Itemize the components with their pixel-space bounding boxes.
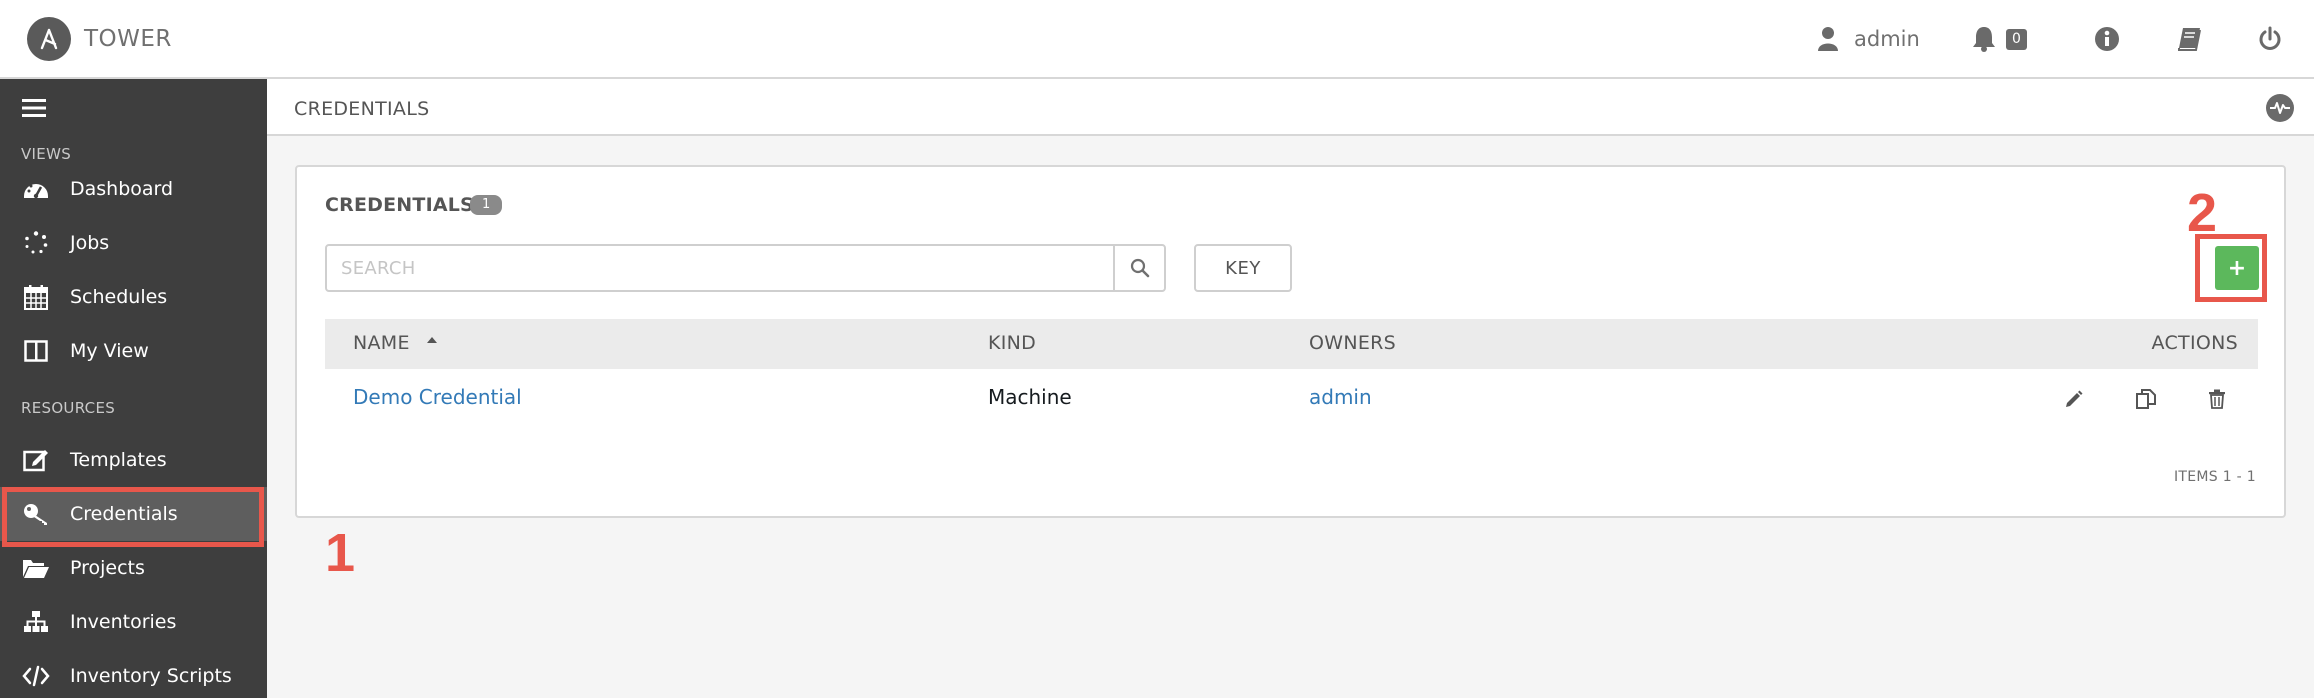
info-icon bbox=[2095, 27, 2119, 51]
search-input[interactable] bbox=[327, 246, 1115, 290]
add-credential-button[interactable]: + bbox=[2215, 246, 2259, 290]
columns-icon bbox=[21, 340, 51, 362]
panel-title: CREDENTIALS bbox=[325, 194, 474, 216]
notification-count-badge: 0 bbox=[2006, 28, 2027, 50]
credential-owner-link[interactable]: admin bbox=[1309, 385, 1372, 409]
documentation-button[interactable] bbox=[2176, 20, 2202, 58]
table-row: Demo Credential Machine admin bbox=[325, 369, 2258, 427]
power-icon bbox=[2259, 26, 2281, 50]
breadcrumb[interactable]: CREDENTIALS bbox=[294, 98, 429, 120]
column-header-label: NAME bbox=[353, 332, 410, 354]
credential-name-link[interactable]: Demo Credential bbox=[353, 385, 522, 409]
sidebar-item-label: My View bbox=[70, 340, 149, 362]
sidebar-item-dashboard[interactable]: Dashboard bbox=[0, 162, 267, 216]
spinner-icon bbox=[21, 231, 51, 255]
sidebar-item-templates[interactable]: Templates bbox=[0, 433, 267, 487]
sidebar-item-label: Inventory Scripts bbox=[70, 665, 232, 687]
sidebar-item-label: Jobs bbox=[70, 232, 110, 254]
sort-asc-icon bbox=[427, 337, 438, 343]
user-name: admin bbox=[1854, 27, 1920, 51]
folder-icon bbox=[21, 557, 51, 579]
sidebar-item-label: Projects bbox=[70, 557, 145, 579]
sidebar-item-schedules[interactable]: Schedules bbox=[0, 270, 267, 324]
brand-name: TOWER bbox=[84, 26, 172, 52]
sidebar-item-projects[interactable]: Projects bbox=[0, 541, 267, 595]
sidebar-item-credentials[interactable]: Credentials bbox=[0, 487, 267, 541]
sidebar-item-label: Credentials bbox=[70, 503, 178, 525]
breadcrumb-bar: CREDENTIALS bbox=[267, 79, 2314, 136]
sidebar-item-label: Dashboard bbox=[70, 178, 174, 200]
search-button[interactable] bbox=[1113, 246, 1164, 290]
about-button[interactable] bbox=[2094, 20, 2120, 58]
column-header-kind[interactable]: KIND bbox=[988, 332, 1036, 354]
sidebar-section-views: VIEWS bbox=[21, 145, 72, 163]
sidebar-item-my-view[interactable]: My View bbox=[0, 324, 267, 378]
key-button[interactable]: KEY bbox=[1194, 244, 1292, 292]
sidebar-item-label: Templates bbox=[70, 449, 167, 471]
credential-kind: Machine bbox=[988, 385, 1072, 409]
sidebar: VIEWS Dashboard Jobs Schedules My View R… bbox=[0, 79, 267, 698]
search-box bbox=[325, 244, 1166, 292]
bell-icon bbox=[1973, 27, 1995, 52]
dashboard-icon bbox=[21, 178, 51, 200]
sitemap-icon bbox=[21, 610, 51, 634]
notifications-button[interactable]: 0 bbox=[1972, 20, 2027, 58]
edit-icon bbox=[21, 448, 51, 472]
column-header-owners: OWNERS bbox=[1309, 332, 1397, 354]
sidebar-item-inventories[interactable]: Inventories bbox=[0, 595, 267, 649]
annotation-step-2: 2 bbox=[2187, 183, 2218, 243]
sidebar-section-resources: RESOURCES bbox=[21, 399, 116, 417]
code-icon bbox=[21, 665, 51, 687]
calendar-icon bbox=[21, 284, 51, 310]
logout-button[interactable] bbox=[2258, 20, 2282, 58]
delete-button[interactable] bbox=[2203, 385, 2231, 413]
column-header-actions: ACTIONS bbox=[2151, 332, 2238, 354]
ansible-logo-icon bbox=[27, 17, 71, 61]
top-header: TOWER admin 0 bbox=[0, 0, 2314, 79]
table-header: NAME KIND OWNERS ACTIONS bbox=[325, 319, 2258, 369]
items-count-label: ITEMS 1 - 1 bbox=[2173, 469, 2256, 485]
book-icon bbox=[2178, 28, 2201, 51]
pencil-icon bbox=[2066, 390, 2083, 407]
sidebar-item-label: Inventories bbox=[70, 611, 177, 633]
activity-stream-icon[interactable] bbox=[2266, 94, 2294, 122]
copy-button[interactable] bbox=[2132, 385, 2160, 413]
trash-icon bbox=[2209, 389, 2225, 409]
sidebar-item-jobs[interactable]: Jobs bbox=[0, 216, 267, 270]
credentials-panel: CREDENTIALS 1 2 KEY + NAME KIND OWNERS A… bbox=[295, 165, 2286, 518]
edit-button[interactable] bbox=[2060, 385, 2088, 413]
user-icon bbox=[1818, 27, 1838, 51]
key-icon bbox=[21, 502, 51, 526]
annotation-step-1: 1 bbox=[325, 523, 356, 583]
brand[interactable]: TOWER bbox=[27, 17, 172, 61]
user-menu[interactable]: admin bbox=[1818, 20, 1920, 58]
sidebar-item-label: Schedules bbox=[70, 286, 168, 308]
menu-toggle-icon[interactable] bbox=[22, 97, 46, 123]
column-header-name[interactable]: NAME bbox=[353, 332, 438, 354]
copy-icon bbox=[2136, 389, 2156, 409]
search-icon bbox=[1130, 258, 1149, 278]
credentials-count-badge: 1 bbox=[470, 195, 503, 215]
sidebar-item-inventory-scripts[interactable]: Inventory Scripts bbox=[0, 649, 267, 698]
